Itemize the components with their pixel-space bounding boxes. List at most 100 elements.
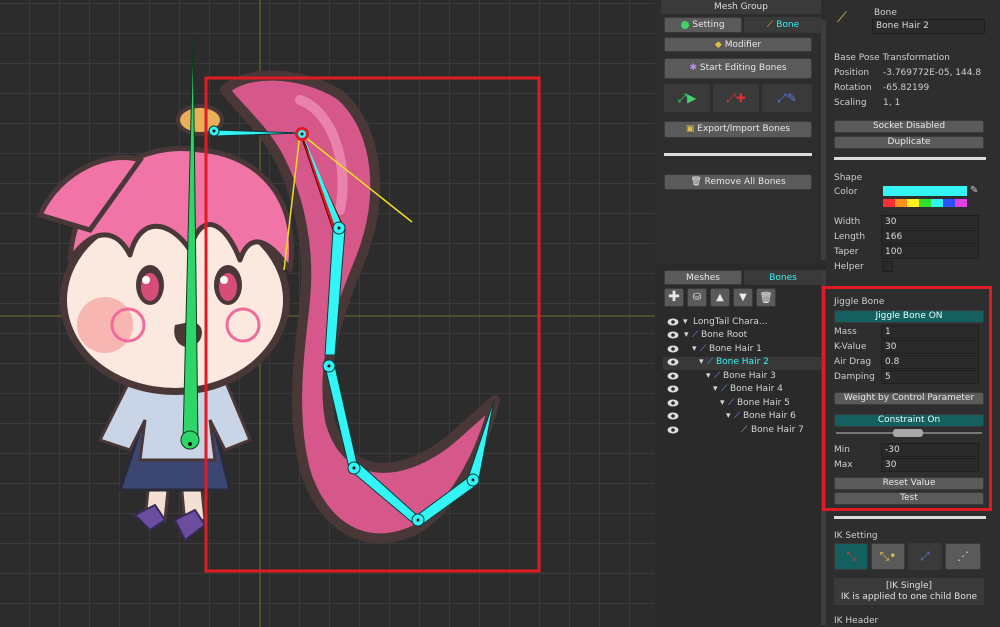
edit-bone-icon: ⤢✎ <box>777 91 797 105</box>
export-icon: ▣ <box>685 124 695 134</box>
trash-icon: 🗑 <box>690 177 702 187</box>
position-value: -3.769772E-05, 144.8116 <box>883 68 981 78</box>
taper-input[interactable]: 100 <box>881 245 979 259</box>
trash-icon: 🗑 <box>759 291 773 304</box>
expand-arrow-icon[interactable]: ▾ <box>692 344 697 354</box>
ik-single-button[interactable]: ⤡• <box>871 543 905 570</box>
helper-label: Helper <box>834 262 864 272</box>
eye-icon[interactable] <box>667 345 679 353</box>
eyedropper-icon[interactable]: ✎ <box>970 185 978 196</box>
rotation-value: -65.82199 <box>883 83 930 93</box>
expand-arrow-icon[interactable]: ▾ <box>713 384 718 394</box>
socket-disabled-button[interactable]: Socket Disabled <box>834 120 984 133</box>
expand-arrow-icon[interactable]: ▾ <box>683 317 688 327</box>
remove-all-bones-button[interactable]: 🗑 Remove All Bones <box>664 174 812 190</box>
start-editing-bones-button[interactable]: ✱ Start Editing Bones <box>664 58 812 79</box>
move-up-button[interactable]: ▲ <box>710 288 730 307</box>
tree-item-label: Bone Hair 1 <box>709 344 762 354</box>
base-pose-label: Base Pose Transformation <box>834 53 950 63</box>
eye-icon[interactable] <box>667 399 679 407</box>
swatch-green[interactable] <box>919 199 931 207</box>
swatch-magenta[interactable] <box>955 199 967 207</box>
link-bone-tool-button[interactable]: ⤢✚ <box>713 84 759 112</box>
separator <box>834 516 986 519</box>
expand-arrow-icon[interactable]: ▾ <box>706 371 711 381</box>
ik-chain-button[interactable]: ⋰ <box>945 543 981 570</box>
width-input[interactable]: 30 <box>881 215 979 229</box>
expand-arrow-icon[interactable]: ▾ <box>726 411 731 421</box>
bone-node-icon: ⟋ <box>700 344 707 354</box>
swatch-orange[interactable] <box>895 199 907 207</box>
tree-item-bone-hair-4[interactable]: ▾ ⟋ Bone Hair 4 <box>663 384 823 397</box>
length-label: Length <box>834 232 866 242</box>
swatch-yellow[interactable] <box>907 199 919 207</box>
eye-icon[interactable] <box>667 385 679 393</box>
highlight-rect-jiggle <box>822 286 992 511</box>
bone-node-icon: ⟋ <box>728 398 735 408</box>
add-bone-tool-button[interactable]: ⤢▶ <box>664 84 710 112</box>
edit-bone-tool-button[interactable]: ⤢✎ <box>762 84 812 112</box>
tree-item-bone-hair-1[interactable]: ▾ ⟋ Bone Hair 1 <box>663 344 823 357</box>
taper-label: Taper <box>834 247 859 257</box>
ik-disabled-button[interactable]: ⤡ <box>834 543 868 570</box>
tab-setting-label: Setting <box>692 20 725 30</box>
tab-bones[interactable]: Bones <box>744 270 822 285</box>
expand-arrow-icon[interactable]: ▾ <box>684 330 689 340</box>
tree-item-label: Bone Hair 7 <box>751 425 804 435</box>
tree-item-label: Bone Hair 6 <box>743 411 796 421</box>
eye-icon[interactable] <box>667 358 679 366</box>
plus-icon: ✚ <box>668 289 680 305</box>
ik-head-icon: ⤢ <box>920 549 930 563</box>
tree-item-label: LongTail Chara... <box>693 317 768 327</box>
start-editing-label: Start Editing Bones <box>699 63 787 73</box>
bone-node-icon: ⟋ <box>734 411 741 421</box>
arrow-down-icon: ▼ <box>739 292 747 303</box>
expand-arrow-icon[interactable]: ▾ <box>720 398 725 408</box>
eye-icon[interactable] <box>667 372 679 380</box>
tab-bone[interactable]: ⟋ Bone <box>744 17 822 33</box>
export-import-bones-button[interactable]: ▣ Export/Import Bones <box>664 121 812 138</box>
tree-item-bone-hair-6[interactable]: ▾ ⟋ Bone Hair 6 <box>663 411 823 424</box>
color-field[interactable] <box>883 186 967 196</box>
delete-bone-button[interactable]: 🗑 <box>756 288 776 307</box>
add-bone-button[interactable]: ✚ <box>664 288 684 307</box>
tree-item-bone-hair-2-selected[interactable]: ▾ ⟋ Bone Hair 2 <box>663 357 823 370</box>
color-label: Color <box>834 187 858 197</box>
eye-icon[interactable] <box>667 426 679 434</box>
swatch-red[interactable] <box>883 199 895 207</box>
scene-canvas[interactable] <box>0 0 655 627</box>
tab-setting[interactable]: Setting <box>664 17 742 33</box>
eye-icon[interactable] <box>667 318 679 326</box>
layer-button[interactable]: ⛁ <box>687 288 707 307</box>
width-label: Width <box>834 217 861 227</box>
tree-item-bone-hair-3[interactable]: ▾ ⟋ Bone Hair 3 <box>663 371 823 384</box>
eye-icon[interactable] <box>667 331 679 339</box>
bone-node-icon: ⟋ <box>692 330 699 340</box>
helper-checkbox[interactable] <box>882 261 893 272</box>
ik-description-text: IK is applied to one child Bone <box>840 592 978 602</box>
ik-chain-icon: ⋰ <box>957 549 969 563</box>
tree-item-bone-root[interactable]: ▾ ⟋ Bone Root <box>663 330 823 343</box>
swatch-blue[interactable] <box>943 199 955 207</box>
ik-disabled-icon: ⤡ <box>846 549 856 563</box>
duplicate-button[interactable]: Duplicate <box>834 136 984 149</box>
expand-arrow-icon[interactable]: ▾ <box>699 357 704 367</box>
bone-node-icon: ⟋ <box>721 384 728 394</box>
scene-viewport[interactable] <box>0 0 655 627</box>
separator <box>664 153 812 156</box>
eye-icon[interactable] <box>667 412 679 420</box>
character-body <box>36 104 294 542</box>
tree-item-bone-hair-7[interactable]: ⟋ Bone Hair 7 <box>663 425 823 438</box>
bone-name-input[interactable]: Bone Hair 2 <box>872 19 985 34</box>
tab-meshes[interactable]: Meshes <box>664 270 742 285</box>
length-input[interactable]: 166 <box>881 230 979 244</box>
setting-icon <box>681 20 690 29</box>
move-down-button[interactable]: ▼ <box>733 288 753 307</box>
tree-item-root-object[interactable]: ▾ LongTail Chara... <box>663 317 823 330</box>
color-palette[interactable] <box>883 199 967 207</box>
tree-item-bone-hair-5[interactable]: ▾ ⟋ Bone Hair 5 <box>663 398 823 411</box>
swatch-cyan[interactable] <box>931 199 943 207</box>
modifier-button[interactable]: ◆ Modifier <box>664 37 812 52</box>
ik-head-button[interactable]: ⤢ <box>908 543 942 570</box>
scaling-label: Scaling <box>834 98 867 108</box>
